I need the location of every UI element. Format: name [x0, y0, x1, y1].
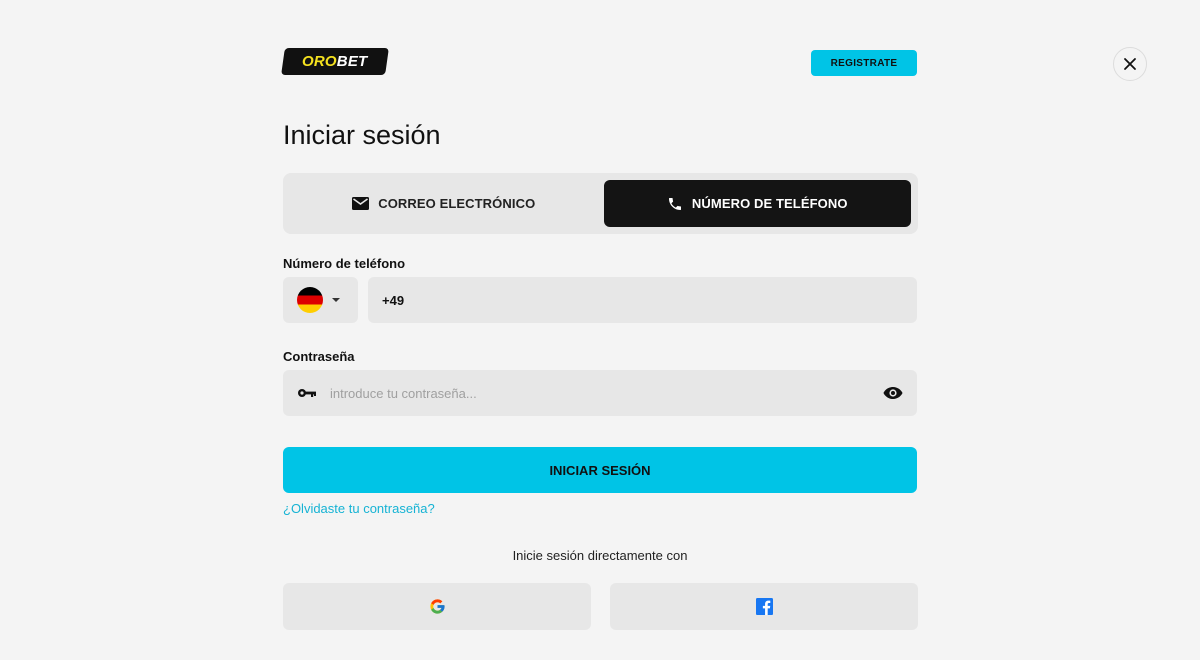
- password-input[interactable]: [317, 370, 883, 416]
- login-method-tabs: CORREO ELECTRÓNICO NÚMERO DE TELÉFONO: [283, 173, 918, 234]
- tab-phone-label: NÚMERO DE TELÉFONO: [691, 196, 848, 211]
- logo-text-bet: BET: [337, 53, 368, 70]
- google-icon: [429, 599, 445, 614]
- germany-flag-icon: [297, 287, 323, 313]
- tab-email-label: CORREO ELECTRÓNICO: [378, 196, 536, 211]
- phone-input[interactable]: [368, 277, 917, 323]
- google-login-button[interactable]: [283, 583, 591, 630]
- register-button[interactable]: REGISTRATE: [811, 50, 917, 76]
- country-code-select[interactable]: [283, 277, 358, 323]
- facebook-login-button[interactable]: [610, 583, 918, 630]
- orobet-logo[interactable]: OROBET: [281, 48, 389, 75]
- chevron-down-icon: [332, 298, 340, 302]
- logo-text-oro: ORO: [302, 53, 338, 70]
- facebook-icon: [755, 598, 773, 615]
- close-icon: [1124, 58, 1136, 70]
- password-field-label: Contraseña: [283, 349, 355, 364]
- key-icon: [297, 388, 317, 398]
- forgot-password-link[interactable]: ¿Olvidaste tu contraseña?: [283, 501, 435, 516]
- login-submit-button[interactable]: INICIAR SESIÓN: [283, 447, 917, 493]
- tab-email[interactable]: CORREO ELECTRÓNICO: [290, 180, 598, 227]
- mail-icon: [352, 197, 370, 210]
- close-button[interactable]: [1113, 47, 1147, 81]
- tab-phone[interactable]: NÚMERO DE TELÉFONO: [603, 180, 911, 227]
- phone-icon: [668, 197, 681, 210]
- password-field: [283, 370, 917, 416]
- eye-icon[interactable]: [883, 386, 903, 400]
- phone-field-label: Número de teléfono: [283, 256, 406, 271]
- page-title: Iniciar sesión: [283, 120, 441, 150]
- social-login-caption: Inicie sesión directamente con: [512, 548, 688, 563]
